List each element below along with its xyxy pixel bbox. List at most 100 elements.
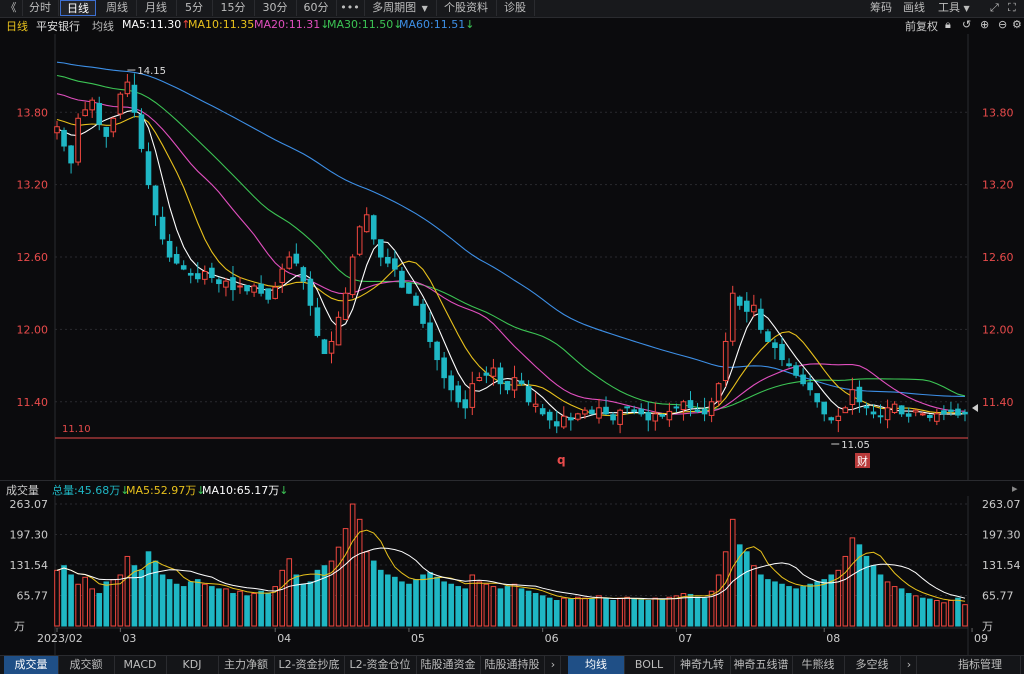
- tab-l2-bottom[interactable]: L2-资金抄底: [274, 656, 345, 674]
- stock-info-button[interactable]: 个股资料: [436, 0, 497, 16]
- tab-intraday[interactable]: 分时: [22, 0, 59, 16]
- tab-bull-bear[interactable]: 牛熊线: [792, 656, 845, 674]
- undo-icon[interactable]: ↺: [962, 18, 971, 31]
- low-annotation-label: 11.05: [841, 440, 870, 451]
- tools-button[interactable]: 工具 ▼: [938, 0, 970, 16]
- chips-button[interactable]: 筹码: [870, 0, 892, 16]
- tab-monthly[interactable]: 月线: [136, 0, 177, 16]
- expand-icon[interactable]: ⤢: [990, 0, 999, 16]
- tab-hk-connect-fund[interactable]: 陆股通资金: [416, 656, 481, 674]
- candle-body: [786, 363, 792, 367]
- volume-bar: [610, 599, 616, 627]
- tab-weekly[interactable]: 周线: [98, 0, 137, 16]
- volume-chart[interactable]: 263.07 263.07 197.30 197.30 131.54 131.54 65.7…: [0, 496, 1024, 655]
- ma-label[interactable]: 均线: [92, 18, 114, 34]
- tab-five-lines[interactable]: 神奇五线谱: [730, 656, 793, 674]
- tab-60min[interactable]: 60分: [296, 0, 337, 16]
- zoom-in-icon[interactable]: ⊕: [980, 18, 989, 31]
- candle-body: [518, 380, 525, 385]
- volume-bar: [96, 593, 103, 627]
- tab-long-short[interactable]: 多空线: [844, 656, 901, 674]
- scroll-right-icon[interactable]: ›: [902, 656, 917, 674]
- candle-body: [891, 403, 898, 414]
- tab-volume[interactable]: 成交量: [4, 656, 59, 674]
- volume-bar: [110, 579, 117, 627]
- indicator-manage-button[interactable]: 指标管理: [940, 656, 1021, 674]
- candle-body: [603, 406, 609, 415]
- diagnose-button[interactable]: 诊股: [496, 0, 535, 16]
- back-button[interactable]: 《: [0, 0, 23, 16]
- ma20-value: MA20:11.31↓: [254, 18, 329, 31]
- volume-bar: [765, 579, 771, 627]
- volume-bar: [180, 586, 187, 627]
- candle-body: [420, 303, 426, 324]
- price-tick-label-right: 11.40: [982, 396, 1014, 409]
- tab-15min[interactable]: 15分: [212, 0, 255, 16]
- tab-ma[interactable]: 均线: [568, 656, 625, 674]
- candle-body: [335, 316, 342, 346]
- volume-bar: [293, 574, 300, 627]
- tab-turnover[interactable]: 成交额: [58, 656, 115, 674]
- volume-bar: [546, 597, 553, 627]
- tab-30min[interactable]: 30分: [254, 0, 297, 16]
- tab-boll[interactable]: BOLL: [624, 656, 675, 674]
- candle-body: [89, 99, 95, 111]
- more-button[interactable]: •••: [336, 0, 365, 16]
- price-tick-label-right: 13.20: [982, 179, 1014, 192]
- candle-body: [194, 273, 201, 280]
- multi-period-dropdown[interactable]: 多周期图 ▼: [364, 0, 437, 16]
- candle-body: [342, 292, 349, 320]
- tab-macd[interactable]: MACD: [114, 656, 167, 674]
- volume-bar: [666, 596, 673, 627]
- volume-bar: [363, 551, 370, 627]
- ma5-line: [56, 109, 965, 420]
- volume-bar: [490, 586, 497, 627]
- volume-bar: [124, 555, 131, 627]
- multi-period-label: 多周期图: [372, 1, 417, 14]
- fullscreen-icon[interactable]: ⛶: [1008, 0, 1016, 16]
- candle-body: [596, 407, 602, 419]
- volume-bar: [638, 599, 645, 627]
- volume-bar: [962, 604, 968, 627]
- volume-bar: [905, 593, 912, 627]
- volume-bar: [518, 588, 525, 627]
- event-marker-q: q: [557, 453, 566, 467]
- volume-bar: [202, 583, 208, 627]
- candle-body: [476, 377, 483, 382]
- volume-bar: [356, 518, 363, 627]
- tab-hk-connect-hold[interactable]: 陆股通持股: [480, 656, 545, 674]
- candle-body: [180, 265, 187, 270]
- collapse-icon[interactable]: ▸: [1012, 482, 1018, 495]
- settings-icon[interactable]: ⚙: [1012, 18, 1022, 31]
- candle-body: [265, 288, 271, 300]
- ma10-text: MA10:11.35: [188, 18, 255, 31]
- ma30-text: MA30:11.50: [327, 18, 394, 31]
- draw-button[interactable]: 画线: [903, 0, 925, 16]
- volume-bar: [89, 588, 95, 627]
- adjust-label[interactable]: 前复权: [905, 18, 938, 34]
- candle-body: [511, 377, 518, 391]
- candle-body: [849, 389, 856, 406]
- volume-bar: [406, 583, 412, 627]
- tab-daily[interactable]: 日线: [60, 0, 96, 16]
- tab-td9[interactable]: 神奇九转: [674, 656, 731, 674]
- candle-body: [743, 300, 750, 312]
- volume-bar: [237, 590, 243, 627]
- zoom-out-icon[interactable]: ⊖: [998, 18, 1007, 31]
- candle-body: [202, 270, 208, 280]
- tab-5min[interactable]: 5分: [176, 0, 213, 16]
- price-chart[interactable]: 13.80 13.80 13.20 13.20 12.60 12.60 12.00 12.00…: [0, 34, 1024, 480]
- volume-bar: [166, 579, 173, 627]
- tab-kdj[interactable]: KDJ: [166, 656, 219, 674]
- candle-body: [385, 256, 391, 264]
- tab-main-net[interactable]: 主力净额: [218, 656, 275, 674]
- volume-bar: [919, 597, 926, 627]
- candle-body: [244, 284, 250, 292]
- candle-body: [152, 185, 159, 216]
- volume-bar: [955, 597, 961, 627]
- scroll-right-icon[interactable]: ›: [546, 656, 561, 674]
- tab-l2-position[interactable]: L2-资金仓位: [344, 656, 417, 674]
- volume-bar: [814, 581, 820, 627]
- candle-body: [779, 343, 785, 361]
- lock-icon[interactable]: 🔒︎: [945, 18, 951, 32]
